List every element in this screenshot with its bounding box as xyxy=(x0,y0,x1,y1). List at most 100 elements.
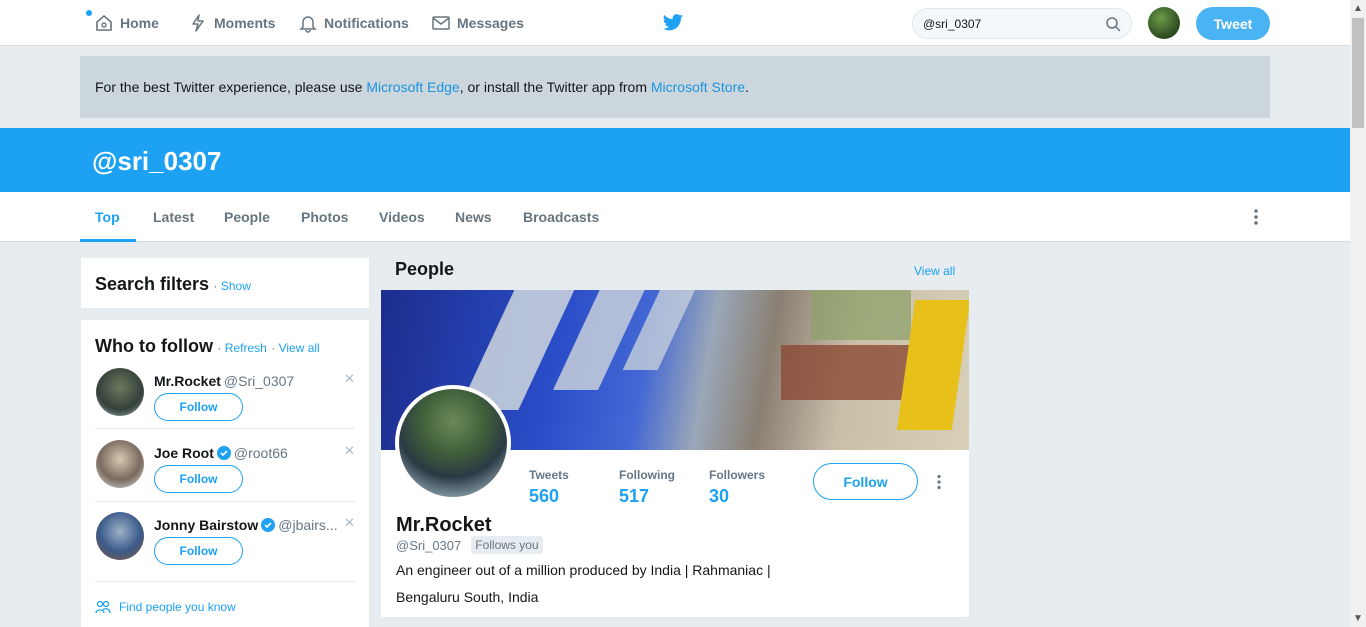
show-filters-link[interactable]: Show xyxy=(221,279,251,293)
separator-dot: · xyxy=(213,279,221,293)
nav-messages-label: Messages xyxy=(457,15,524,31)
find-people-link[interactable]: Find people you know xyxy=(95,600,236,614)
banner-text-middle: , or install the Twitter app from xyxy=(459,79,651,95)
nav-notifications[interactable]: Notifications xyxy=(298,0,409,46)
follow-button[interactable]: Follow xyxy=(154,465,243,493)
profile-handle-row: @Sri_0307 Follows you xyxy=(396,536,543,554)
people-icon xyxy=(95,600,111,614)
stat-tweets[interactable]: Tweets 560 xyxy=(529,468,569,507)
tab-broadcasts[interactable]: Broadcasts xyxy=(523,192,599,242)
suggestion-name: Jonny Bairstow xyxy=(154,517,259,533)
stat-label: Tweets xyxy=(529,468,569,482)
refresh-link[interactable]: Refresh xyxy=(225,341,267,355)
stat-value: 30 xyxy=(709,486,730,506)
scroll-down-icon[interactable]: ▼ xyxy=(1353,613,1363,624)
user-avatar[interactable] xyxy=(1148,7,1180,39)
separator-dot: · xyxy=(271,341,279,355)
scroll-thumb[interactable] xyxy=(1352,18,1364,128)
dismiss-icon[interactable]: ✕ xyxy=(344,515,355,531)
suggestion-handle: @root66 xyxy=(233,445,288,461)
banner-text-after: . xyxy=(745,79,749,95)
avatar[interactable] xyxy=(96,368,144,416)
banner-text-before: For the best Twitter experience, please … xyxy=(95,79,367,95)
search-filters-title: Search filters xyxy=(95,274,210,294)
suggestion-name-row[interactable]: Mr.Rocket @Sri_0307 xyxy=(154,373,294,389)
tab-photos[interactable]: Photos xyxy=(301,192,348,242)
active-tab-indicator xyxy=(80,239,136,242)
search-box xyxy=(912,8,1132,39)
follow-button[interactable]: Follow xyxy=(154,393,243,421)
follow-suggestion: Mr.Rocket @Sri_0307 Follow ✕ xyxy=(95,368,355,440)
people-section-title: People xyxy=(395,259,455,279)
search-header: @sri_0307 xyxy=(0,128,1350,192)
stat-label: Following xyxy=(619,468,675,482)
profile-more-icon[interactable] xyxy=(936,474,942,490)
avatar[interactable] xyxy=(96,440,144,488)
people-view-all-link[interactable]: View all xyxy=(914,264,955,278)
separator-dot: · xyxy=(217,341,225,355)
tab-latest[interactable]: Latest xyxy=(153,192,194,242)
find-people-label: Find people you know xyxy=(119,600,236,614)
tab-news[interactable]: News xyxy=(455,192,492,242)
tab-videos[interactable]: Videos xyxy=(379,192,425,242)
microsoft-edge-link[interactable]: Microsoft Edge xyxy=(366,79,459,95)
follow-button[interactable]: Follow xyxy=(154,537,243,565)
microsoft-store-link[interactable]: Microsoft Store xyxy=(651,79,745,95)
dismiss-icon[interactable]: ✕ xyxy=(344,371,355,387)
profile-card[interactable]: Tweets 560 Following 517 Followers 30 Fo… xyxy=(381,290,969,617)
profile-follow-button[interactable]: Follow xyxy=(813,463,918,500)
browser-banner: For the best Twitter experience, please … xyxy=(80,56,1270,118)
divider xyxy=(95,428,355,429)
stat-followers[interactable]: Followers 30 xyxy=(709,468,765,507)
follows-you-badge: Follows you xyxy=(471,536,543,554)
dismiss-icon[interactable]: ✕ xyxy=(344,443,355,459)
profile-name[interactable]: Mr.Rocket xyxy=(396,514,492,537)
who-to-follow-card: Who to follow · Refresh · View all Mr.Ro… xyxy=(81,320,369,627)
page-scrollbar[interactable]: ▲ ▼ xyxy=(1350,0,1366,627)
verified-badge-icon xyxy=(261,518,276,532)
stat-value: 560 xyxy=(529,486,560,506)
nav-messages[interactable]: Messages xyxy=(431,0,524,46)
follow-suggestion: Jonny Bairstow @jbairs... Follow ✕ xyxy=(95,512,355,584)
avatar[interactable] xyxy=(96,512,144,560)
twitter-bird-icon[interactable] xyxy=(662,13,684,33)
suggestion-name-row[interactable]: Joe Root @root66 xyxy=(154,445,288,461)
tab-people[interactable]: People xyxy=(224,192,270,242)
stat-following[interactable]: Following 517 xyxy=(619,468,675,507)
envelope-icon xyxy=(432,16,450,30)
suggestion-name: Mr.Rocket xyxy=(154,373,221,389)
search-input[interactable] xyxy=(923,16,1103,31)
divider xyxy=(95,501,355,502)
profile-avatar[interactable] xyxy=(395,385,511,501)
scroll-up-icon[interactable]: ▲ xyxy=(1353,3,1363,14)
profile-location: Bengaluru South, India xyxy=(396,589,539,605)
page-title: @sri_0307 xyxy=(92,146,222,176)
top-nav: Home Moments Notifications Messages Twee… xyxy=(0,0,1350,46)
nav-home[interactable]: Home xyxy=(94,0,159,46)
lightning-icon xyxy=(192,14,204,32)
who-to-follow-title: Who to follow xyxy=(95,336,213,356)
nav-home-label: Home xyxy=(120,15,159,31)
search-icon[interactable] xyxy=(1105,16,1121,32)
new-content-dot xyxy=(86,10,92,16)
home-icon xyxy=(96,14,112,31)
suggestion-name: Joe Root xyxy=(154,445,214,461)
who-to-follow-header: Who to follow · Refresh · View all xyxy=(95,336,320,357)
more-options-icon[interactable] xyxy=(1252,208,1260,226)
stat-value: 517 xyxy=(619,486,650,506)
suggestion-handle: @jbairs... xyxy=(278,517,338,533)
nav-notifications-label: Notifications xyxy=(324,15,409,31)
search-tabs: Top Latest People Photos Videos News Bro… xyxy=(0,192,1350,242)
tab-top[interactable]: Top xyxy=(95,192,120,242)
profile-handle[interactable]: @Sri_0307 xyxy=(396,538,461,553)
search-filters-card: Search filters · Show xyxy=(81,258,369,308)
verified-badge-icon xyxy=(216,446,231,460)
suggestion-handle: @Sri_0307 xyxy=(223,373,295,389)
suggestion-name-row[interactable]: Jonny Bairstow @jbairs... xyxy=(154,517,338,533)
tweet-button[interactable]: Tweet xyxy=(1196,7,1270,40)
view-all-link[interactable]: View all xyxy=(279,341,320,355)
nav-moments-label: Moments xyxy=(214,15,276,31)
nav-moments[interactable]: Moments xyxy=(188,0,275,46)
stat-label: Followers xyxy=(709,468,766,482)
profile-bio: An engineer out of a million produced by… xyxy=(396,562,771,578)
